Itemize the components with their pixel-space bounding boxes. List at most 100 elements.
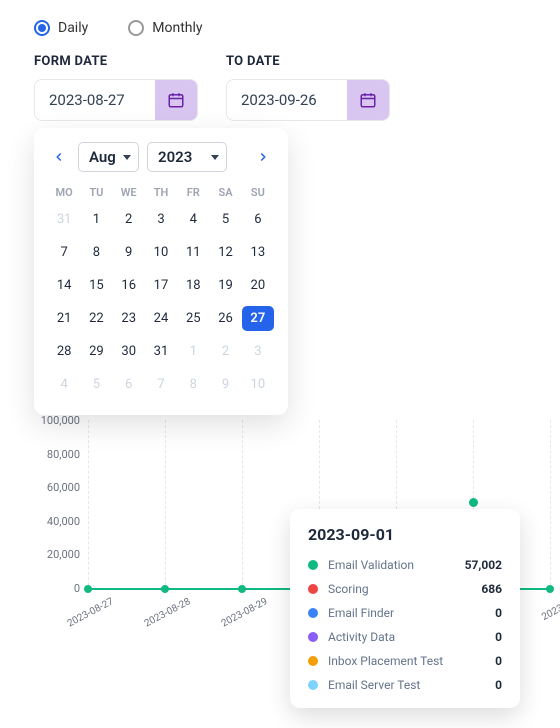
calendar-day[interactable]: 29 [80, 339, 112, 364]
to-date-input[interactable] [227, 80, 347, 120]
tooltip-series-value: 0 [495, 606, 502, 620]
calendar-day[interactable]: 12 [209, 240, 241, 265]
x-axis-label: 2023 [540, 603, 560, 623]
calendar-day[interactable]: 28 [48, 339, 80, 364]
calendar-day[interactable]: 7 [48, 240, 80, 265]
calendar-day[interactable]: 10 [242, 372, 274, 397]
tooltip-row: Email Server Test 0 [308, 678, 502, 692]
calendar-day[interactable]: 13 [242, 240, 274, 265]
tooltip-series-value: 686 [481, 582, 502, 596]
legend-dot-icon [308, 680, 318, 690]
calendar-day[interactable]: 9 [209, 372, 241, 397]
y-axis-tick: 60,000 [47, 481, 80, 494]
x-axis-label: 2023-08-29 [220, 596, 270, 629]
tooltip-series-label: Inbox Placement Test [328, 654, 485, 668]
legend-dot-icon [308, 608, 318, 618]
form-date-input[interactable] [35, 80, 155, 120]
date-picker-popover: Aug 2023 MOTUWETHFRSASU31123456789101112… [34, 128, 288, 415]
y-axis-tick: 100,000 [41, 414, 80, 427]
tooltip-row: Inbox Placement Test 0 [308, 654, 502, 668]
calendar-day[interactable]: 19 [209, 273, 241, 298]
calendar-day[interactable]: 11 [177, 240, 209, 265]
calendar-day[interactable]: 15 [80, 273, 112, 298]
to-date-label: TO DATE [226, 54, 390, 69]
calendar-icon [359, 91, 377, 109]
form-date-calendar-button[interactable] [155, 80, 197, 120]
calendar-day[interactable]: 26 [209, 306, 241, 331]
calendar-day[interactable]: 8 [80, 240, 112, 265]
chart-data-point[interactable] [469, 498, 478, 507]
tooltip-series-label: Activity Data [328, 630, 485, 644]
calendar-day[interactable]: 31 [145, 339, 177, 364]
calendar-day[interactable]: 14 [48, 273, 80, 298]
tooltip-row: Scoring686 [308, 582, 502, 596]
calendar-day[interactable]: 22 [80, 306, 112, 331]
calendar-day[interactable]: 16 [113, 273, 145, 298]
form-date-label: FORM DATE [34, 54, 198, 69]
calendar-day[interactable]: 25 [177, 306, 209, 331]
calendar-day[interactable]: 24 [145, 306, 177, 331]
calendar-day[interactable]: 6 [242, 207, 274, 232]
calendar-day[interactable]: 30 [113, 339, 145, 364]
calendar-dow: WE [113, 186, 145, 199]
calendar-day[interactable]: 3 [145, 207, 177, 232]
calendar-day[interactable]: 6 [113, 372, 145, 397]
calendar-day[interactable]: 4 [177, 207, 209, 232]
tooltip-series-value: 0 [495, 654, 502, 668]
calendar-day[interactable]: 31 [48, 207, 80, 232]
calendar-icon [167, 91, 185, 109]
tooltip-row: Email Finder0 [308, 606, 502, 620]
calendar-dow: SU [242, 186, 274, 199]
calendar-day[interactable]: 1 [177, 339, 209, 364]
calendar-day[interactable]: 23 [113, 306, 145, 331]
calendar-day[interactable]: 4 [48, 372, 80, 397]
chart-data-point[interactable] [161, 585, 169, 593]
calendar-day[interactable]: 9 [113, 240, 145, 265]
radio-monthly[interactable]: Monthly [128, 20, 202, 36]
calendar-dow: FR [177, 186, 209, 199]
grid-line [165, 420, 166, 590]
tooltip-series-label: Email Validation [328, 558, 455, 572]
legend-dot-icon [308, 632, 318, 642]
tooltip-series-value: 0 [495, 678, 502, 692]
calendar-day[interactable]: 10 [145, 240, 177, 265]
chart-data-point[interactable] [84, 585, 92, 593]
calendar-day[interactable]: 18 [177, 273, 209, 298]
y-axis-tick: 20,000 [47, 548, 80, 561]
calendar-day[interactable]: 27 [242, 306, 274, 331]
calendar-dow: MO [48, 186, 80, 199]
chart-data-point[interactable] [238, 585, 246, 593]
calendar-day[interactable]: 8 [177, 372, 209, 397]
calendar-dow: SA [209, 186, 241, 199]
chart-data-point[interactable] [546, 585, 554, 593]
tooltip-series-value: 57,002 [465, 558, 502, 572]
calendar-day[interactable]: 21 [48, 306, 80, 331]
next-month-button[interactable] [252, 146, 274, 168]
chevron-left-icon [52, 150, 66, 164]
calendar-day[interactable]: 7 [145, 372, 177, 397]
calendar-day[interactable]: 17 [145, 273, 177, 298]
calendar-dow: TU [80, 186, 112, 199]
calendar-day[interactable]: 20 [242, 273, 274, 298]
month-select[interactable]: Aug [78, 142, 139, 172]
to-date-field: TO DATE [226, 54, 390, 121]
calendar-day[interactable]: 5 [80, 372, 112, 397]
radio-monthly-label: Monthly [152, 20, 202, 36]
calendar-day[interactable]: 1 [80, 207, 112, 232]
y-axis-tick: 40,000 [47, 515, 80, 528]
prev-month-button[interactable] [48, 146, 70, 168]
year-select[interactable]: 2023 [147, 142, 227, 172]
calendar-day[interactable]: 3 [242, 339, 274, 364]
to-date-calendar-button[interactable] [347, 80, 389, 120]
x-axis-label: 2023-08-27 [66, 596, 116, 629]
to-date-input-wrap [226, 79, 390, 121]
calendar-day[interactable]: 2 [113, 207, 145, 232]
radio-daily[interactable]: Daily [34, 20, 88, 36]
legend-dot-icon [308, 560, 318, 570]
calendar-day[interactable]: 2 [209, 339, 241, 364]
tooltip-series-label: Email Server Test [328, 678, 485, 692]
radio-dot-icon [128, 20, 144, 36]
radio-daily-label: Daily [58, 20, 88, 36]
grid-line [88, 420, 89, 590]
calendar-day[interactable]: 5 [209, 207, 241, 232]
